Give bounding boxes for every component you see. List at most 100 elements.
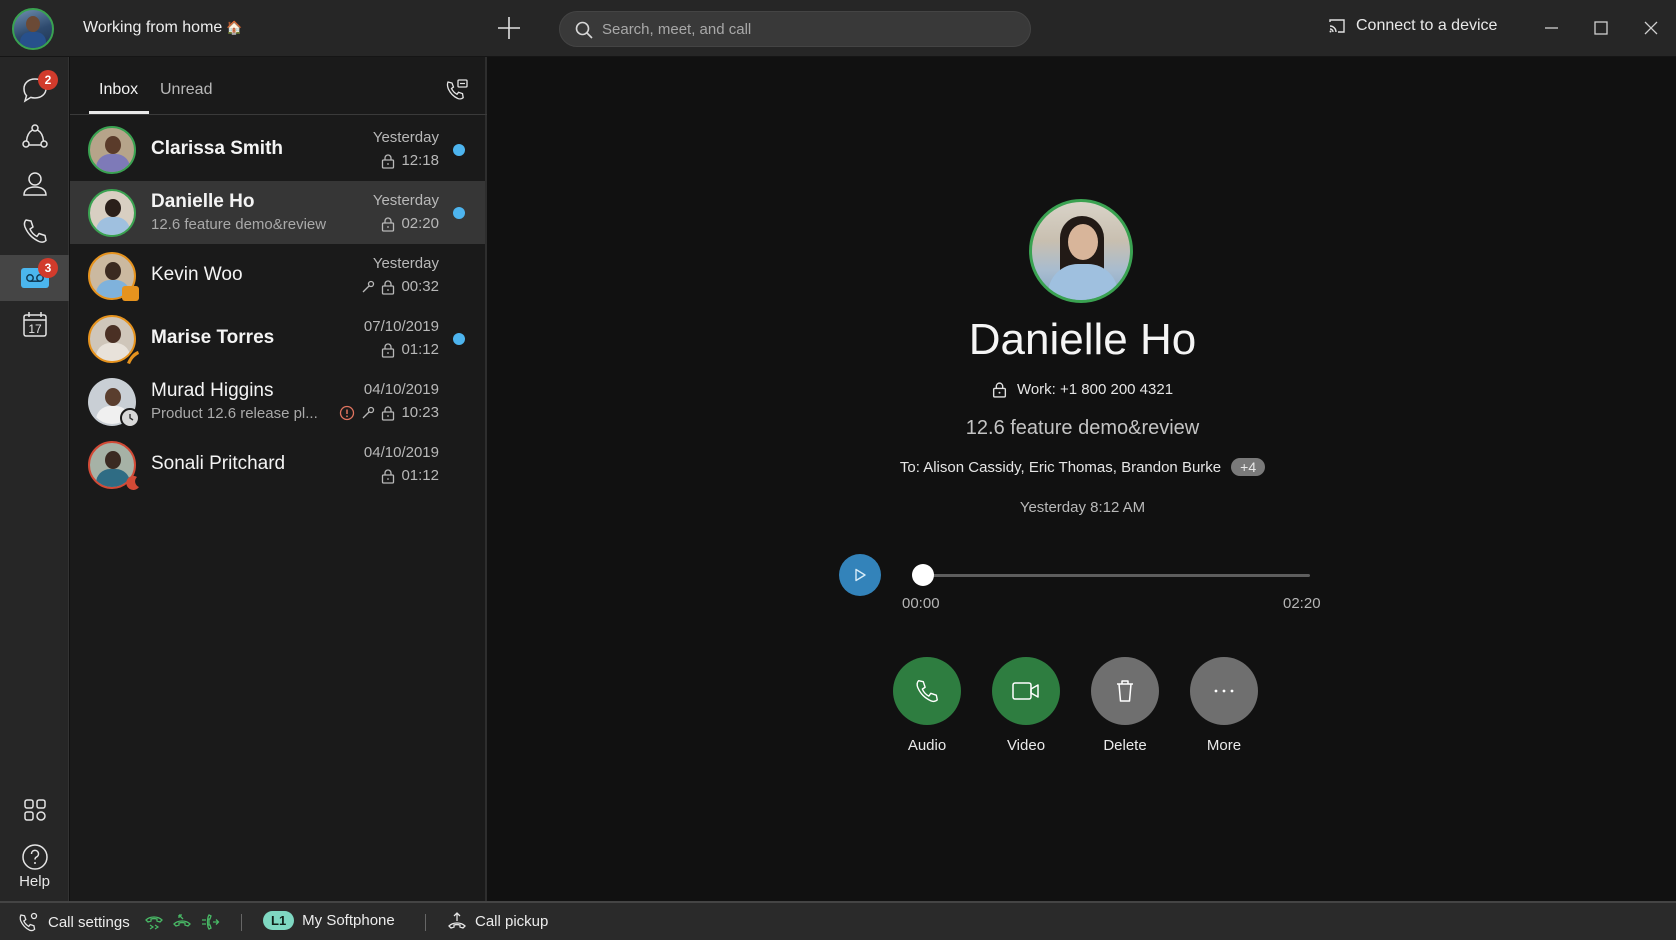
lock-icon [992, 382, 1006, 398]
delete-label: Delete [1103, 737, 1147, 754]
call-reject-icon[interactable] [172, 913, 192, 931]
line-selector[interactable]: L1 My Softphone [263, 911, 395, 930]
message-meta: 00:32 [361, 278, 439, 295]
message-meta: 10:23 [339, 404, 439, 421]
voicemail-detail: Danielle Ho Work: +1 800 200 4321 12.6 f… [489, 57, 1676, 901]
nav-calendar[interactable]: 17 [0, 302, 69, 348]
nav-calls[interactable] [0, 208, 69, 254]
search-icon [575, 21, 593, 39]
new-button[interactable] [495, 14, 523, 42]
video-call-button[interactable]: Video [992, 657, 1060, 754]
contact-name: Marise Torres [151, 327, 275, 348]
more-dots-icon [1214, 689, 1234, 693]
recipients: To: Alison Cassidy, Eric Thomas, Brandon… [489, 458, 1676, 476]
message-meta: 01:12 [381, 341, 439, 358]
video-camera-icon [1012, 682, 1039, 700]
close-icon [1644, 21, 1658, 35]
message-date: 07/10/2019 [363, 318, 439, 335]
contact-phone[interactable]: Work: +1 800 200 4321 [489, 381, 1676, 398]
nav-apps[interactable] [0, 787, 69, 833]
audio-call-button[interactable]: Audio [893, 657, 961, 754]
my-avatar[interactable] [12, 8, 54, 50]
tab-unread[interactable]: Unread [160, 81, 212, 99]
list-item[interactable]: Clarissa Smith Yesterday 12:18 [70, 118, 485, 181]
call-settings-label: Call settings [48, 913, 130, 931]
nav-voicemail[interactable]: 3 [0, 255, 69, 301]
message-date: Yesterday [372, 192, 439, 209]
away-clock-presence-icon [120, 408, 140, 428]
playback-scrubber[interactable] [912, 564, 934, 586]
key-icon [362, 280, 375, 292]
play-button[interactable] [839, 554, 881, 596]
connect-device-label: Connect to a device [1356, 17, 1498, 34]
connect-device-button[interactable]: Connect to a device [1328, 17, 1497, 35]
calendar-icon: 17 [22, 312, 47, 337]
audio-button-circle [893, 657, 961, 725]
contact-name: Murad Higgins [151, 380, 274, 401]
contact-name: Kevin Woo [151, 264, 243, 285]
search-input[interactable] [602, 12, 1012, 46]
list-item[interactable]: Kevin Woo Yesterday 00:32 [70, 244, 485, 307]
maximize-button[interactable] [1587, 14, 1615, 42]
maximize-icon [1594, 21, 1608, 35]
voicemail-badge: 3 [38, 258, 58, 278]
more-button[interactable]: More [1190, 657, 1258, 754]
plus-icon [498, 17, 520, 39]
list-item[interactable]: Murad Higgins Product 12.6 release pl...… [70, 370, 485, 433]
nav-rail: 2 3 17 Help [0, 57, 69, 901]
list-tabs: Inbox Unread [70, 57, 487, 115]
message-subject: 12.6 feature demo&review [151, 216, 327, 233]
more-button-circle [1190, 657, 1258, 725]
nav-messaging[interactable]: 2 [0, 67, 69, 113]
urgent-icon [340, 405, 355, 420]
minimize-button[interactable] [1537, 14, 1565, 42]
unread-indicator [453, 207, 465, 219]
list-item[interactable]: Danielle Ho 12.6 feature demo&review Yes… [70, 181, 485, 244]
unread-indicator [453, 333, 465, 345]
status-divider [241, 914, 242, 931]
avatar [88, 189, 136, 237]
more-recipients-badge[interactable]: +4 [1231, 458, 1266, 476]
help-label[interactable]: Help [0, 873, 69, 890]
nav-contacts[interactable] [0, 161, 69, 207]
list-item[interactable]: Sonali Pritchard 04/10/2019 01:12 [70, 433, 485, 496]
video-button-circle [992, 657, 1060, 725]
call-pickup-button[interactable]: Call pickup [447, 911, 548, 931]
avatar [88, 126, 136, 174]
tab-inbox[interactable]: Inbox [99, 81, 138, 99]
call-settings-button[interactable]: Call settings [18, 911, 220, 933]
message-subject: Product 12.6 release pl... [151, 405, 318, 422]
status-divider [425, 914, 426, 931]
message-duration: 12:18 [401, 152, 439, 169]
call-transfer-icon[interactable] [200, 913, 220, 931]
delete-button-circle [1091, 657, 1159, 725]
status-message[interactable]: Working from home 🏠 [83, 19, 243, 37]
nav-teams[interactable] [0, 114, 69, 160]
delete-button[interactable]: Delete [1091, 657, 1159, 754]
message-duration: 00:32 [401, 278, 439, 295]
playback-track[interactable] [912, 574, 1310, 577]
call-pickup-label: Call pickup [475, 912, 549, 930]
help-icon [21, 844, 48, 870]
list-item[interactable]: Marise Torres 07/10/2019 01:12 [70, 307, 485, 370]
play-icon [855, 568, 866, 582]
key-icon [362, 406, 375, 418]
do-not-disturb-presence-icon [122, 473, 142, 493]
call-forward-icon[interactable] [144, 913, 164, 931]
avatar-body [20, 32, 46, 48]
lock-icon [382, 342, 395, 358]
search-bar[interactable] [559, 11, 1031, 47]
current-time: 00:00 [902, 595, 940, 612]
contact-name: Danielle Ho [151, 191, 255, 212]
apps-grid-icon [23, 799, 46, 821]
close-button[interactable] [1637, 14, 1665, 42]
audio-label: Audio [907, 737, 947, 754]
call-voicemail-icon[interactable] [445, 78, 469, 102]
teams-icon [21, 124, 48, 148]
person-icon [22, 172, 47, 196]
message-date: 04/10/2019 [363, 444, 439, 461]
total-time: 02:20 [1283, 595, 1321, 612]
contact-phone-text: Work: +1 800 200 4321 [1016, 381, 1174, 398]
avatar-head [26, 16, 40, 32]
cast-icon [1329, 19, 1345, 33]
